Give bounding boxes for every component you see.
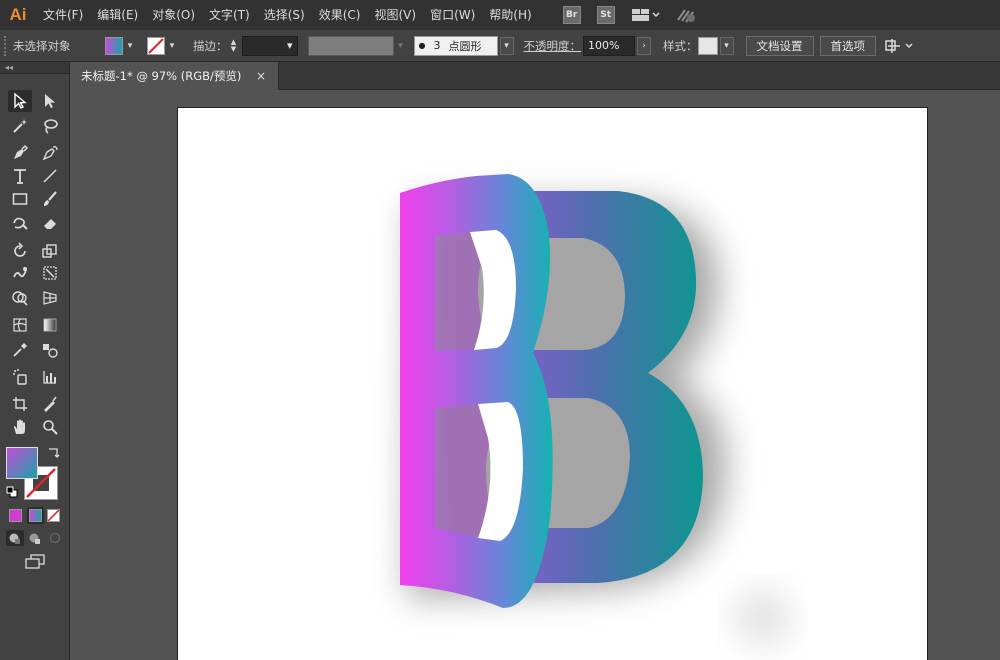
symbol-sprayer-icon[interactable] [8,366,32,388]
perspective-grid-icon[interactable] [38,287,62,309]
stroke-dropdown[interactable]: ▾ [165,37,179,55]
preferences-button[interactable]: 首选项 [819,35,876,56]
scale-icon[interactable] [38,240,62,262]
eraser-icon[interactable] [38,212,62,234]
free-transform-icon[interactable] [38,262,62,284]
app-logo: Ai [9,5,27,24]
rectangle-icon[interactable] [8,188,32,210]
brush-definition[interactable]: ● 3 点圆形 [413,35,498,56]
none-mode-button[interactable] [47,509,60,522]
lasso-icon[interactable] [38,115,62,137]
blend-icon[interactable] [38,339,62,361]
document-tab[interactable]: 未标题-1* @ 97% (RGB/预览) × [71,62,279,90]
brush-dot-icon: ● [418,41,426,50]
fill-color-box[interactable] [6,447,38,479]
stroke-weight-input[interactable]: ▾ [241,35,298,56]
opacity-label[interactable]: 不透明度： [524,38,582,54]
gradient-mode-button[interactable] [27,507,44,524]
menu-bar: Ai 文件(F) 编辑(E) 对象(O) 文字(T) 选择(S) 效果(C) 视… [0,0,1000,30]
menu-file[interactable]: 文件(F) [36,0,90,30]
screen-mode-icon[interactable] [24,554,46,570]
pen-icon[interactable] [8,142,32,164]
tools-panel: ◂◂ [0,62,70,660]
menu-view[interactable]: 视图(V) [367,0,423,30]
stroke-weight-stepper[interactable]: ▲ ▼ [228,37,240,55]
control-bar-grip[interactable] [4,35,10,56]
gpu-performance-icon[interactable] [675,6,697,24]
shape-builder-icon[interactable] [8,287,32,309]
draw-behind-icon[interactable] [26,530,44,546]
curvature-icon[interactable] [38,142,62,164]
shaper-icon[interactable] [8,212,32,234]
arrange-icon[interactable] [884,36,918,56]
draw-normal-icon[interactable] [6,530,24,546]
style-label: 样式： [663,38,698,53]
corner-shadow-blob [735,590,791,646]
graphic-style-swatch[interactable] [697,36,718,55]
canvas-area[interactable] [71,90,1000,660]
gradient-icon[interactable] [38,314,62,336]
magic-wand-icon[interactable] [8,115,32,137]
menu-window[interactable]: 窗口(W) [423,0,482,30]
document-tab-bar: 未标题-1* @ 97% (RGB/预览) × [71,62,1000,90]
color-mode-button[interactable] [9,509,22,522]
menu-select[interactable]: 选择(S) [257,0,312,30]
mesh-icon[interactable] [8,314,32,336]
stroke-label: 描边： [193,38,228,53]
menu-effect[interactable]: 效果(C) [312,0,368,30]
fill-dropdown[interactable]: ▾ [123,37,137,55]
menu-object[interactable]: 对象(O) [145,0,202,30]
control-bar: 未选择对象 ▾ ▾ 描边： ▲ ▼ ▾ ▾ ● 3 点圆形 ▾ 不透明度： 100… [0,30,1000,62]
menu-help[interactable]: 帮助(H) [482,0,538,30]
slice-icon[interactable] [38,393,62,415]
close-icon[interactable]: × [256,69,266,83]
direct-selection-tool-icon[interactable] [38,90,62,112]
artboard-tool-icon[interactable] [8,393,32,415]
tools-panel-collapse[interactable]: ◂◂ [0,62,69,74]
brush-label: 点圆形 [448,39,482,53]
bridge-button[interactable]: Br [562,6,581,24]
default-colors-icon[interactable] [6,486,18,498]
document-setup-button[interactable]: 文档设置 [745,35,814,56]
graphic-style-dropdown[interactable]: ▾ [719,36,734,55]
warp-icon[interactable] [8,262,32,284]
stroke-swatch[interactable] [147,36,165,55]
line-icon[interactable] [38,165,62,187]
rotate-icon[interactable] [8,240,32,262]
brush-dropdown[interactable]: ▾ [499,36,514,55]
eyedropper-icon[interactable] [8,339,32,361]
selection-status: 未选择对象 [13,38,71,53]
draw-inside-icon[interactable] [46,530,64,546]
artboard[interactable] [177,107,928,660]
zoom-icon[interactable] [38,416,62,438]
brush-size: 3 [433,39,441,52]
column-graph-icon[interactable] [38,366,62,388]
variable-width-dropdown[interactable]: ▾ [394,37,408,55]
variable-width-profile[interactable] [307,35,394,56]
artwork [400,174,791,646]
opacity-slider-toggle[interactable]: › [637,36,651,55]
opacity-input[interactable]: 100% [583,35,635,56]
swap-icon[interactable] [46,446,60,460]
type-icon[interactable] [8,165,32,187]
selection-tool-icon[interactable] [8,90,32,112]
menu-type[interactable]: 文字(T) [202,0,257,30]
fill-swatch[interactable] [105,36,123,55]
document-tab-title: 未标题-1* @ 97% (RGB/预览) [81,69,242,83]
arrange-documents-icon[interactable] [631,6,661,24]
hand-icon[interactable] [8,416,32,438]
paintbrush-icon[interactable] [38,188,62,210]
stock-button[interactable]: St [596,6,615,24]
menu-edit[interactable]: 编辑(E) [90,0,145,30]
